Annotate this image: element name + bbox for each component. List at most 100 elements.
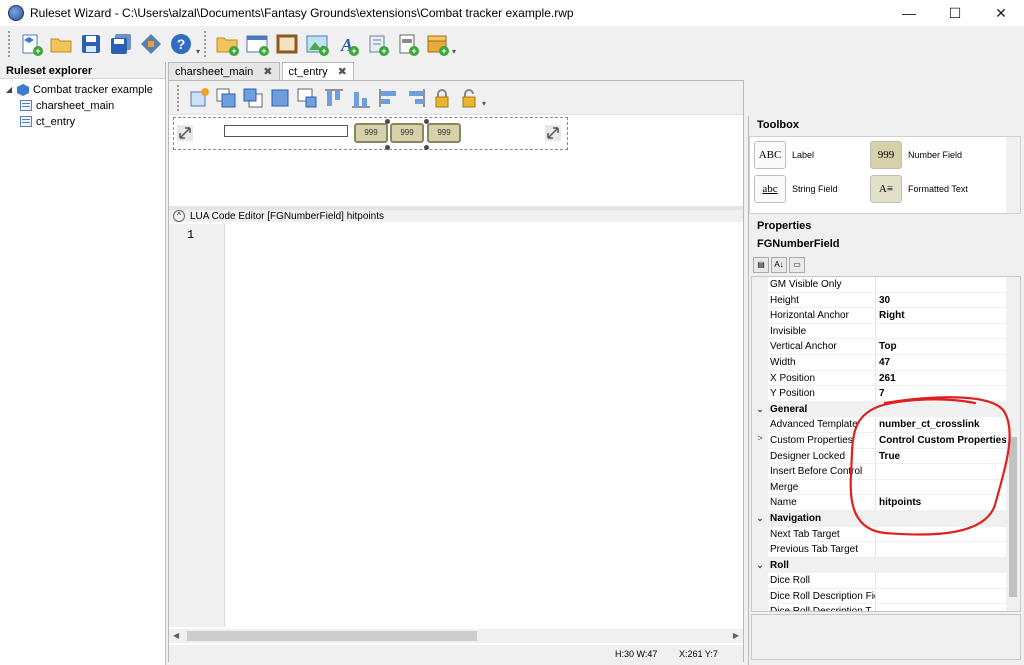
- scroll-left-icon[interactable]: ◀: [173, 631, 179, 640]
- selection-handle[interactable]: [385, 119, 390, 124]
- sort-alpha-icon[interactable]: A↓: [771, 257, 787, 273]
- send-backward-button[interactable]: [294, 85, 319, 111]
- property-value[interactable]: [876, 480, 1020, 495]
- toolbar-grip[interactable]: [8, 31, 12, 57]
- property-value[interactable]: [876, 589, 1020, 604]
- send-to-back-button[interactable]: [240, 85, 265, 111]
- scroll-right-icon[interactable]: ▶: [733, 631, 739, 640]
- new-project-button[interactable]: +: [17, 30, 45, 58]
- tree-item-ct-entry[interactable]: ct_entry: [0, 114, 165, 129]
- add-label-button[interactable]: A +: [333, 30, 361, 58]
- add-window-button[interactable]: +: [243, 30, 271, 58]
- property-row[interactable]: Insert Before Control: [752, 464, 1020, 480]
- string-field-control[interactable]: [224, 125, 348, 137]
- property-value[interactable]: [876, 527, 1020, 542]
- resize-handle-icon[interactable]: [177, 125, 193, 141]
- tree-item-charsheet-main[interactable]: charsheet_main: [0, 98, 165, 113]
- tool-formatted-text[interactable]: A≡ Formatted Text: [870, 175, 968, 203]
- categorized-icon[interactable]: ▤: [753, 257, 769, 273]
- property-row[interactable]: GM Visible Only: [752, 277, 1020, 293]
- add-package-button[interactable]: +: [423, 30, 451, 58]
- toolbar-overflow-icon-2[interactable]: ▾: [452, 47, 456, 56]
- toolbar-overflow-icon[interactable]: ▾: [196, 47, 200, 56]
- property-row[interactable]: Previous Tab Target: [752, 542, 1020, 558]
- property-pages-icon[interactable]: ▭: [789, 257, 805, 273]
- property-row[interactable]: Dice Roll Description Fie: [752, 588, 1020, 605]
- property-value[interactable]: 30: [876, 293, 1020, 308]
- align-top-button[interactable]: [321, 85, 346, 111]
- property-row[interactable]: Merge: [752, 479, 1020, 496]
- tool-string-field[interactable]: abc String Field: [754, 175, 838, 203]
- tree-root[interactable]: ◢ Combat tracker example: [0, 82, 165, 97]
- toolbar-grip[interactable]: [177, 84, 181, 111]
- number-field-control[interactable]: 999: [354, 123, 388, 143]
- property-scrollbar[interactable]: [1006, 277, 1020, 611]
- property-row[interactable]: Dice Roll Description T: [752, 604, 1020, 611]
- expand-icon[interactable]: >: [752, 432, 768, 448]
- horizontal-scrollbar[interactable]: ◀ ▶: [169, 629, 743, 643]
- unlock-button[interactable]: [456, 85, 481, 111]
- lock-button[interactable]: [429, 85, 454, 111]
- collapse-icon[interactable]: ^: [173, 210, 185, 222]
- number-field-control[interactable]: 999: [427, 123, 461, 143]
- property-value[interactable]: [876, 573, 1020, 588]
- toolbar-overflow-icon[interactable]: ▾: [482, 99, 486, 108]
- property-category[interactable]: ⌄ Navigation: [752, 510, 1020, 527]
- add-document-button[interactable]: +: [393, 30, 421, 58]
- open-button[interactable]: [47, 30, 75, 58]
- add-folder-button[interactable]: +: [213, 30, 241, 58]
- category-collapse-icon[interactable]: ⌄: [752, 401, 768, 418]
- property-value[interactable]: number_ct_crosslink: [876, 417, 1020, 432]
- tab-charsheet-main[interactable]: charsheet_main ✖: [168, 62, 280, 80]
- property-category[interactable]: ⌄ Roll: [752, 557, 1020, 574]
- property-value[interactable]: Top: [876, 339, 1020, 354]
- category-collapse-icon[interactable]: ⌄: [752, 510, 768, 527]
- property-row[interactable]: Next Tab Target: [752, 526, 1020, 543]
- property-value[interactable]: Control Custom Properties: [876, 433, 1020, 448]
- scrollbar-thumb[interactable]: [1009, 437, 1017, 597]
- property-value[interactable]: 261: [876, 371, 1020, 386]
- property-category[interactable]: ⌄ General: [752, 401, 1020, 418]
- property-value[interactable]: True: [876, 449, 1020, 464]
- property-row[interactable]: Width 47: [752, 354, 1020, 371]
- help-button[interactable]: ?: [167, 30, 195, 58]
- number-field-selected[interactable]: 999: [390, 123, 424, 143]
- align-bottom-button[interactable]: [348, 85, 373, 111]
- align-right-button[interactable]: [402, 85, 427, 111]
- selection-handle[interactable]: [424, 145, 429, 150]
- scrollbar-thumb[interactable]: [187, 631, 477, 641]
- property-row[interactable]: Invisible: [752, 323, 1020, 340]
- property-row[interactable]: Y Position 7: [752, 386, 1020, 402]
- close-tab-icon[interactable]: ✖: [263, 65, 272, 78]
- property-value[interactable]: hitpoints: [876, 495, 1020, 510]
- property-value[interactable]: [876, 464, 1020, 479]
- property-value[interactable]: 7: [876, 386, 1020, 401]
- tool-number-field[interactable]: 999 Number Field: [870, 141, 962, 169]
- add-frame-button[interactable]: [273, 30, 301, 58]
- property-row[interactable]: Advanced Template number_ct_crosslink: [752, 417, 1020, 433]
- bring-forward-button[interactable]: [267, 85, 292, 111]
- tool-label[interactable]: ABC Label: [754, 141, 814, 169]
- property-row[interactable]: Height 30: [752, 292, 1020, 309]
- toolbox-scrollbar[interactable]: [1006, 137, 1020, 213]
- property-row[interactable]: Name hitpoints: [752, 495, 1020, 511]
- maximize-button[interactable]: ☐: [932, 0, 978, 26]
- tab-ct-entry[interactable]: ct_entry ✖: [281, 62, 354, 80]
- minimize-button[interactable]: —: [886, 0, 932, 26]
- property-value[interactable]: 47: [876, 355, 1020, 370]
- align-left-button[interactable]: [375, 85, 400, 111]
- add-script-button[interactable]: +: [363, 30, 391, 58]
- selection-handle[interactable]: [424, 119, 429, 124]
- selection-handle[interactable]: [385, 145, 390, 150]
- property-row[interactable]: Horizontal Anchor Right: [752, 308, 1020, 324]
- collapse-arrow-icon[interactable]: ◢: [4, 85, 14, 94]
- property-value[interactable]: [876, 604, 1020, 611]
- property-value[interactable]: [876, 324, 1020, 339]
- close-tab-icon[interactable]: ✖: [338, 65, 347, 78]
- category-collapse-icon[interactable]: ⌄: [752, 557, 768, 574]
- close-window-button[interactable]: ✕: [978, 0, 1024, 26]
- resize-handle-icon[interactable]: [545, 125, 561, 141]
- property-value[interactable]: Right: [876, 308, 1020, 323]
- design-canvas[interactable]: 999 999 999: [173, 117, 568, 150]
- build-button[interactable]: [137, 30, 165, 58]
